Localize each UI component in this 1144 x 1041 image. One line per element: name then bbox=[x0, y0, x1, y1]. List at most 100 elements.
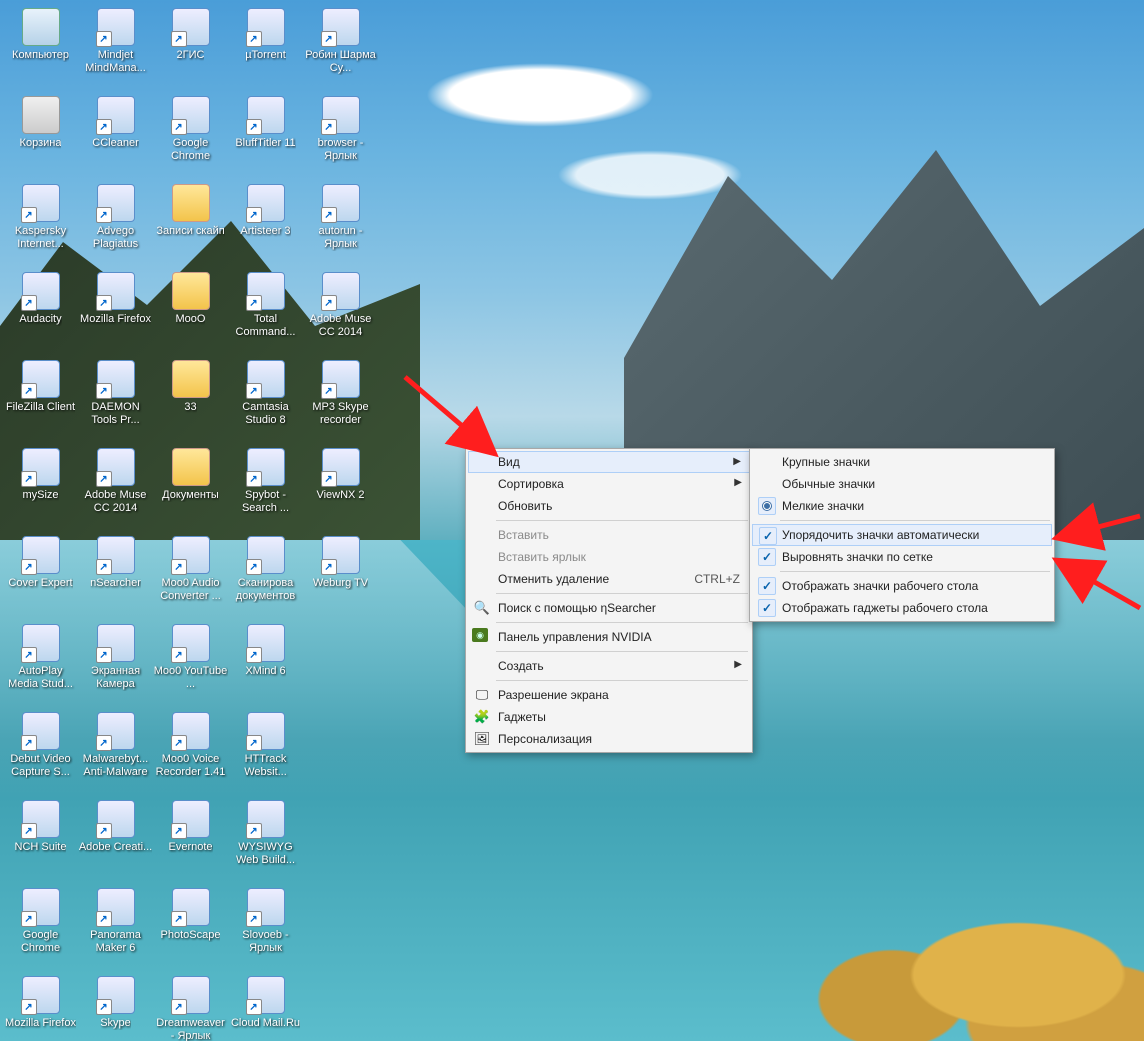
icon-label: µTorrent bbox=[245, 49, 286, 62]
desktop-icon[interactable]: Компьютер bbox=[3, 3, 78, 91]
submenu-medium-icons[interactable]: Обычные значки bbox=[752, 473, 1052, 495]
desktop-icon[interactable]: Adobe Muse CC 2014 bbox=[78, 443, 153, 531]
submenu-small-icons[interactable]: Мелкие значки bbox=[752, 495, 1052, 517]
desktop[interactable]: Компьютер Mindjet MindMana...2ГИС µTorrent… bbox=[0, 0, 1144, 1041]
desktop-icon[interactable]: Сканирова документов bbox=[228, 531, 303, 619]
desktop-icon[interactable]: BluffTitler 11 bbox=[228, 91, 303, 179]
recycle-bin-icon bbox=[21, 95, 61, 135]
desktop-icon[interactable]: Moo0 Audio Converter ... bbox=[153, 531, 228, 619]
desktop-icon[interactable]: mySize bbox=[3, 443, 78, 531]
menu-view[interactable]: Вид ▶ bbox=[468, 451, 750, 473]
icon-label: Advego Plagiatus bbox=[79, 225, 153, 251]
desktop-icon[interactable]: Skype bbox=[78, 971, 153, 1041]
app-icon bbox=[96, 359, 136, 399]
submenu-show-icons[interactable]: ✓ Отображать значки рабочего стола bbox=[752, 575, 1052, 597]
menu-resolution[interactable]: 🖵 Разрешение экрана bbox=[468, 684, 750, 706]
menu-sort[interactable]: Сортировка ▶ bbox=[468, 473, 750, 495]
desktop-icon[interactable]: Spybot - Search ... bbox=[228, 443, 303, 531]
icon-label: Adobe Muse CC 2014 bbox=[304, 313, 378, 339]
desktop-icon[interactable]: browser - Ярлык bbox=[303, 91, 378, 179]
app-icon bbox=[21, 623, 61, 663]
desktop-icon[interactable]: MooO bbox=[153, 267, 228, 355]
desktop-icon[interactable]: µTorrent bbox=[228, 3, 303, 91]
desktop-icon[interactable]: Mozilla Firefox bbox=[78, 267, 153, 355]
desktop-icon[interactable]: Slovoeb - Ярлык bbox=[228, 883, 303, 971]
submenu-align-grid[interactable]: ✓ Выровнять значки по сетке bbox=[752, 546, 1052, 568]
menu-undo-delete[interactable]: Отменить удаление CTRL+Z bbox=[468, 568, 750, 590]
desktop-icon[interactable]: Advego Plagiatus bbox=[78, 179, 153, 267]
desktop-icon[interactable]: Evernote bbox=[153, 795, 228, 883]
desktop-icon[interactable]: 33 bbox=[153, 355, 228, 443]
icon-label: Компьютер bbox=[12, 49, 69, 62]
menu-gadgets[interactable]: 🧩 Гаджеты bbox=[468, 706, 750, 728]
desktop-icon[interactable]: Adobe Muse CC 2014 bbox=[303, 267, 378, 355]
desktop-icon[interactable]: Moo0 YouTube ... bbox=[153, 619, 228, 707]
desktop-icon[interactable]: Cover Expert bbox=[3, 531, 78, 619]
desktop-icon[interactable]: Total Command... bbox=[228, 267, 303, 355]
desktop-icon[interactable]: Google Chrome bbox=[3, 883, 78, 971]
desktop-icon[interactable]: Dreamweaver - Ярлык bbox=[153, 971, 228, 1041]
desktop-icon[interactable]: FileZilla Client bbox=[3, 355, 78, 443]
desktop-icon[interactable]: autorun - Ярлык bbox=[303, 179, 378, 267]
app-icon bbox=[321, 95, 361, 135]
menu-refresh[interactable]: Обновить bbox=[468, 495, 750, 517]
icon-label: PhotoScape bbox=[161, 929, 221, 942]
app-icon bbox=[171, 799, 211, 839]
menu-label: Создать bbox=[498, 659, 544, 673]
desktop-icon[interactable]: ViewNX 2 bbox=[303, 443, 378, 531]
desktop-icon[interactable]: Mindjet MindMana... bbox=[78, 3, 153, 91]
menu-label: Крупные значки bbox=[782, 455, 870, 469]
desktop-icon[interactable]: NCH Suite bbox=[3, 795, 78, 883]
icon-label: Artisteer 3 bbox=[240, 225, 290, 238]
desktop-icon[interactable]: Artisteer 3 bbox=[228, 179, 303, 267]
desktop-icon[interactable]: MP3 Skype recorder bbox=[303, 355, 378, 443]
desktop-icon[interactable]: nSearcher bbox=[78, 531, 153, 619]
desktop-icon[interactable]: XMind 6 bbox=[228, 619, 303, 707]
desktop-icon[interactable]: Mozilla Firefox bbox=[3, 971, 78, 1041]
app-icon bbox=[21, 887, 61, 927]
icon-label: Moo0 YouTube ... bbox=[154, 665, 228, 691]
app-icon bbox=[96, 975, 136, 1015]
submenu-large-icons[interactable]: Крупные значки bbox=[752, 451, 1052, 473]
desktop-icon[interactable]: Audacity bbox=[3, 267, 78, 355]
desktop-icon[interactable]: HTTrack Websit... bbox=[228, 707, 303, 795]
desktop-icon[interactable]: Kaspersky Internet... bbox=[3, 179, 78, 267]
desktop-icon[interactable]: Moo0 Voice Recorder 1.41 bbox=[153, 707, 228, 795]
app-icon bbox=[96, 887, 136, 927]
desktop-icon[interactable]: Cloud Mail.Ru bbox=[228, 971, 303, 1041]
desktop-icon[interactable]: WYSIWYG Web Build... bbox=[228, 795, 303, 883]
desktop-icon[interactable]: Weburg TV bbox=[303, 531, 378, 619]
app-icon bbox=[246, 535, 286, 575]
desktop-icon[interactable]: DAEMON Tools Pr... bbox=[78, 355, 153, 443]
folder-icon bbox=[171, 183, 211, 223]
menu-label: Разрешение экрана bbox=[498, 688, 609, 702]
desktop-icon[interactable]: Корзина bbox=[3, 91, 78, 179]
desktop-icon[interactable]: Google Chrome bbox=[153, 91, 228, 179]
menu-personalize[interactable]: 🖼 Персонализация bbox=[468, 728, 750, 750]
desktop-icon[interactable]: AutoPlay Media Stud... bbox=[3, 619, 78, 707]
menu-create[interactable]: Создать ▶ bbox=[468, 655, 750, 677]
menu-nvidia[interactable]: ◉ Панель управления NVIDIA bbox=[468, 626, 750, 648]
desktop-icon[interactable]: Camtasia Studio 8 bbox=[228, 355, 303, 443]
menu-nsearch[interactable]: 🔍 Поиск с помощью ηSearcher bbox=[468, 597, 750, 619]
desktop-icon[interactable]: Panorama Maker 6 bbox=[78, 883, 153, 971]
desktop-icon[interactable]: Документы bbox=[153, 443, 228, 531]
desktop-icon[interactable]: 2ГИС bbox=[153, 3, 228, 91]
menu-label: Вставить bbox=[498, 528, 549, 542]
desktop-icon[interactable]: Malwarebyt... Anti-Malware bbox=[78, 707, 153, 795]
icon-label: MP3 Skype recorder bbox=[304, 401, 378, 427]
submenu-auto-arrange[interactable]: ✓ Упорядочить значки автоматически bbox=[752, 524, 1052, 546]
submenu-show-gadgets[interactable]: ✓ Отображать гаджеты рабочего стола bbox=[752, 597, 1052, 619]
desktop-icon[interactable]: CCleaner bbox=[78, 91, 153, 179]
desktop-icon[interactable]: Adobe Creati... bbox=[78, 795, 153, 883]
desktop-icon[interactable]: Робин Шарма Су... bbox=[303, 3, 378, 91]
menu-separator bbox=[496, 520, 748, 521]
desktop-icon[interactable]: PhotoScape bbox=[153, 883, 228, 971]
menu-label: Упорядочить значки автоматически bbox=[782, 528, 979, 542]
app-icon bbox=[21, 183, 61, 223]
desktop-icon[interactable]: Записи скайп bbox=[153, 179, 228, 267]
app-icon bbox=[321, 271, 361, 311]
desktop-icon[interactable]: Debut Video Capture S... bbox=[3, 707, 78, 795]
annotation-arrow-icon bbox=[400, 372, 510, 470]
desktop-icon[interactable]: Экранная Камера bbox=[78, 619, 153, 707]
